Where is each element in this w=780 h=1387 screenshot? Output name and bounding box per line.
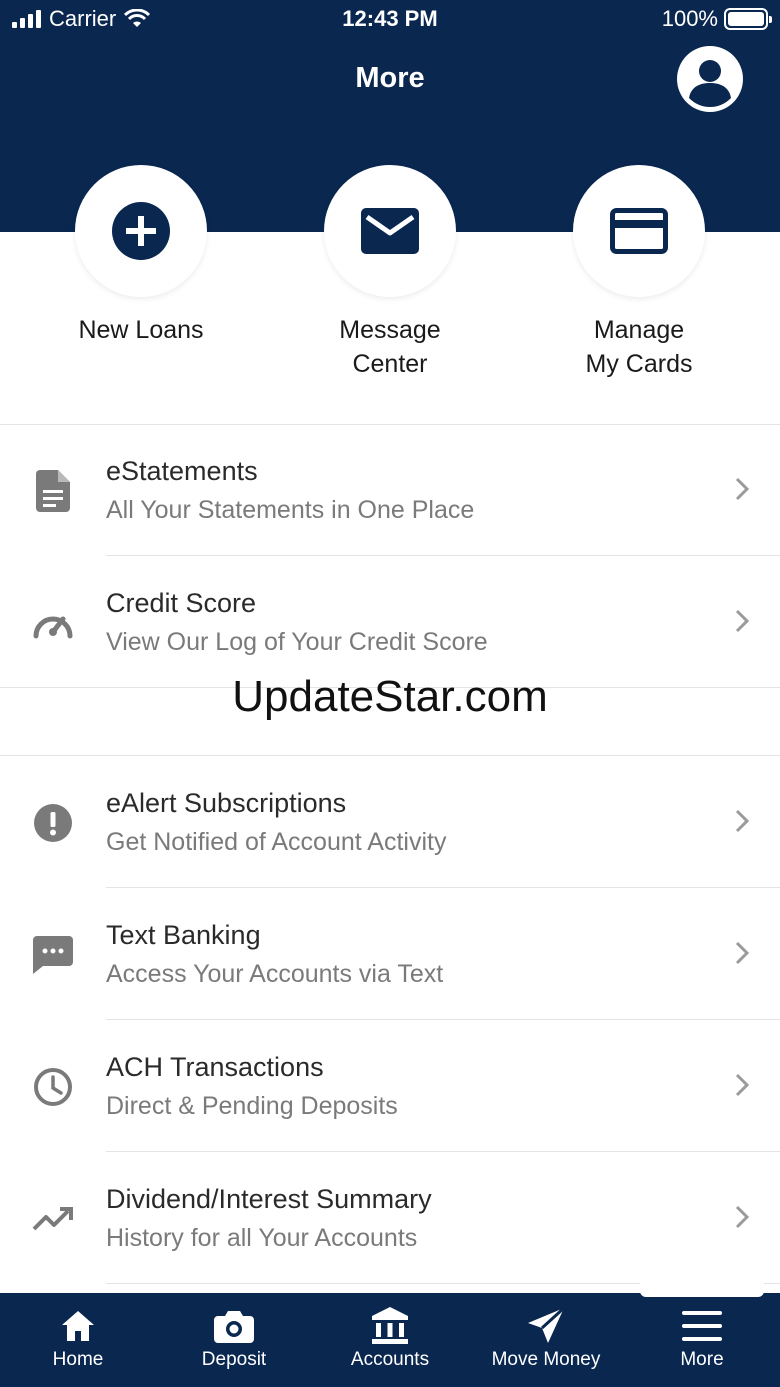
watermark-text: UpdateStar.com (232, 672, 548, 721)
menu-subtitle: Access Your Accounts via Text (106, 960, 444, 988)
document-icon (30, 468, 76, 514)
tab-label: Deposit (201, 1349, 267, 1370)
chevron-right-icon (735, 941, 750, 965)
page-title: More (355, 62, 425, 94)
menu-subtitle: History for all Your Accounts (106, 1224, 418, 1252)
menu-item-dividend[interactable]: Dividend/Interest Summary History for al… (0, 1152, 780, 1284)
menu-title: Text Banking (106, 920, 261, 950)
home-icon (60, 1307, 96, 1345)
status-right: 100% (661, 6, 772, 32)
mail-icon (361, 208, 419, 254)
new-loans-label: New Loans (78, 316, 204, 344)
tab-home[interactable]: Home (0, 1293, 156, 1387)
menu-item-credit-score[interactable]: Credit Score View Our Log of Your Credit… (0, 556, 780, 688)
menu-item-text-banking[interactable]: Text Banking Access Your Accounts via Te… (0, 888, 780, 1020)
menu-icon (682, 1307, 722, 1345)
menu-title: Credit Score (106, 588, 257, 618)
battery-percent: 100% (661, 6, 718, 31)
chevron-right-icon (735, 809, 750, 833)
alert-icon (30, 800, 76, 846)
menu-item-ach[interactable]: ACH Transactions Direct & Pending Deposi… (0, 1020, 780, 1152)
chevron-right-icon (735, 477, 750, 501)
message-center-button[interactable] (324, 165, 456, 297)
clock-icon (30, 1064, 76, 1110)
speedometer-icon (30, 600, 76, 646)
battery-icon (724, 8, 772, 30)
tab-deposit[interactable]: Deposit (156, 1293, 312, 1387)
menu-title: ACH Transactions (106, 1052, 324, 1082)
menu-title: eStatements (106, 456, 258, 486)
tab-label: Move Money (491, 1349, 601, 1370)
menu-item-ealert[interactable]: eAlert Subscriptions Get Notified of Acc… (0, 756, 780, 888)
menu-title: Dividend/Interest Summary (106, 1184, 432, 1214)
chevron-right-icon (735, 1073, 750, 1097)
chevron-right-icon (735, 1205, 750, 1229)
profile-button[interactable] (677, 46, 743, 112)
tab-label: Accounts (350, 1349, 430, 1370)
tab-move-money[interactable]: Move Money (468, 1293, 624, 1387)
user-icon (689, 60, 731, 107)
chevron-right-icon (735, 609, 750, 633)
menu-title: eAlert Subscriptions (106, 788, 347, 818)
send-icon (526, 1307, 566, 1345)
menu-subtitle: View Our Log of Your Credit Score (106, 628, 488, 656)
tab-label: More (680, 1349, 724, 1370)
credit-card-icon (610, 208, 668, 254)
menu-subtitle: Get Notified of Account Activity (106, 828, 447, 856)
camera-icon (214, 1307, 254, 1345)
tab-label: Home (52, 1349, 104, 1370)
message-center-label: Message Center (339, 316, 441, 378)
menu-subtitle: Direct & Pending Deposits (106, 1092, 398, 1120)
tab-accounts[interactable]: Accounts (312, 1293, 468, 1387)
chat-icon (30, 932, 76, 978)
status-bar: Carrier 12:43 PM 100% (0, 0, 780, 40)
manage-cards-label: Manage My Cards (585, 316, 693, 378)
menu-item-estatements[interactable]: eStatements All Your Statements in One P… (0, 424, 780, 556)
tab-more[interactable]: More (624, 1293, 780, 1387)
menu-subtitle: All Your Statements in One Place (106, 496, 475, 524)
new-loans-button[interactable] (75, 165, 207, 297)
trending-up-icon (30, 1196, 76, 1242)
manage-cards-button[interactable] (573, 165, 705, 297)
bank-icon (370, 1307, 410, 1345)
plus-circle-icon (112, 202, 170, 260)
